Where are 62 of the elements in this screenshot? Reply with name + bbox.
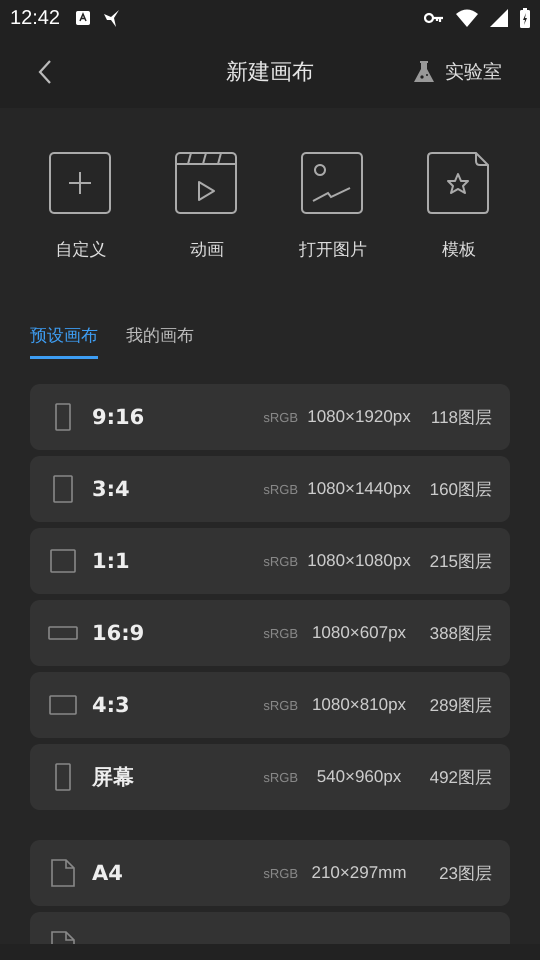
- chevron-left-icon: [38, 59, 52, 85]
- battery-icon: [520, 8, 530, 28]
- action-button[interactable]: 自定义: [26, 152, 136, 261]
- clapperboard-icon: [175, 152, 239, 216]
- preset-name: A4: [92, 861, 123, 885]
- layer-count: 23图层: [438, 862, 492, 884]
- preset-name: 9:16: [92, 405, 144, 429]
- canvas-size: 1080×1920px: [306, 407, 412, 427]
- canvas-size: 540×960px: [316, 767, 402, 787]
- color-space: sRGB: [263, 410, 298, 424]
- preset-name: 16:9: [92, 621, 144, 645]
- layer-count: 118图层: [430, 406, 492, 428]
- signal-icon: [490, 9, 508, 27]
- tab[interactable]: 预设画布: [30, 321, 98, 359]
- color-space: sRGB: [263, 698, 298, 712]
- clock: 12:42: [10, 6, 60, 30]
- canvas-size: 1080×1080px: [306, 551, 412, 571]
- canvas-preset-card[interactable]: 1:1 sRGB 1080×1080px 215图层: [30, 528, 510, 594]
- key-icon: [424, 12, 444, 24]
- keyboard-icon: [76, 11, 90, 25]
- image-icon: [301, 152, 365, 216]
- page-title: 新建画布: [226, 59, 314, 87]
- canvas-preset-card[interactable]: 屏幕 sRGB 540×960px 492图层: [30, 744, 510, 810]
- rectangle-icon: [50, 549, 76, 573]
- canvas-size: 210×297mm: [310, 863, 408, 883]
- layer-count: 388图层: [428, 622, 492, 644]
- color-space: sRGB: [263, 626, 298, 640]
- canvas-preset-card[interactable]: A4 sRGB 210×297mm 23图层: [30, 840, 510, 906]
- canvas-preset-card[interactable]: 4:3 sRGB 1080×810px 289图层: [30, 672, 510, 738]
- color-space: sRGB: [263, 770, 298, 784]
- wifi-icon: [456, 9, 478, 27]
- canvas-size: 1080×810px: [310, 695, 408, 715]
- preset-name: 4:3: [92, 693, 130, 717]
- canvas-size: 1080×1440px: [306, 479, 412, 499]
- color-space: sRGB: [263, 554, 298, 568]
- canvas-preset-card[interactable]: 3:4 sRGB 1080×1440px 160图层: [30, 456, 510, 522]
- rectangle-icon: [55, 763, 71, 791]
- flask-icon: [413, 60, 435, 84]
- layer-count: 492图层: [428, 766, 492, 788]
- color-space: sRGB: [263, 482, 298, 496]
- preset-name: 屏幕: [92, 764, 134, 791]
- color-space: sRGB: [263, 866, 298, 880]
- star-document-icon: [427, 152, 491, 216]
- rectangle-icon: [49, 695, 77, 715]
- layer-count: 289图层: [428, 694, 492, 716]
- layer-count: 160图层: [428, 478, 492, 500]
- document-icon: [51, 859, 75, 887]
- rectangle-icon: [55, 403, 71, 431]
- preset-name: 3:4: [92, 477, 130, 501]
- preset-name: 1:1: [92, 549, 130, 573]
- lab-button[interactable]: 实验室: [407, 58, 508, 86]
- rectangle-icon: [53, 475, 73, 503]
- plus-icon: [49, 152, 113, 216]
- canvas-size: 1080×607px: [310, 623, 408, 643]
- action-button[interactable]: 动画: [152, 152, 262, 261]
- canvas-preset-card[interactable]: 9:16 sRGB 1080×1920px 118图层: [30, 384, 510, 450]
- canvas-preset-card[interactable]: 16:9 sRGB 1080×607px 388图层: [30, 600, 510, 666]
- tab[interactable]: 我的画布: [126, 321, 194, 359]
- action-button[interactable]: 模板: [404, 152, 514, 261]
- rectangle-icon: [48, 626, 78, 640]
- action-button[interactable]: 打开图片: [278, 152, 388, 261]
- layer-count: 215图层: [428, 550, 492, 572]
